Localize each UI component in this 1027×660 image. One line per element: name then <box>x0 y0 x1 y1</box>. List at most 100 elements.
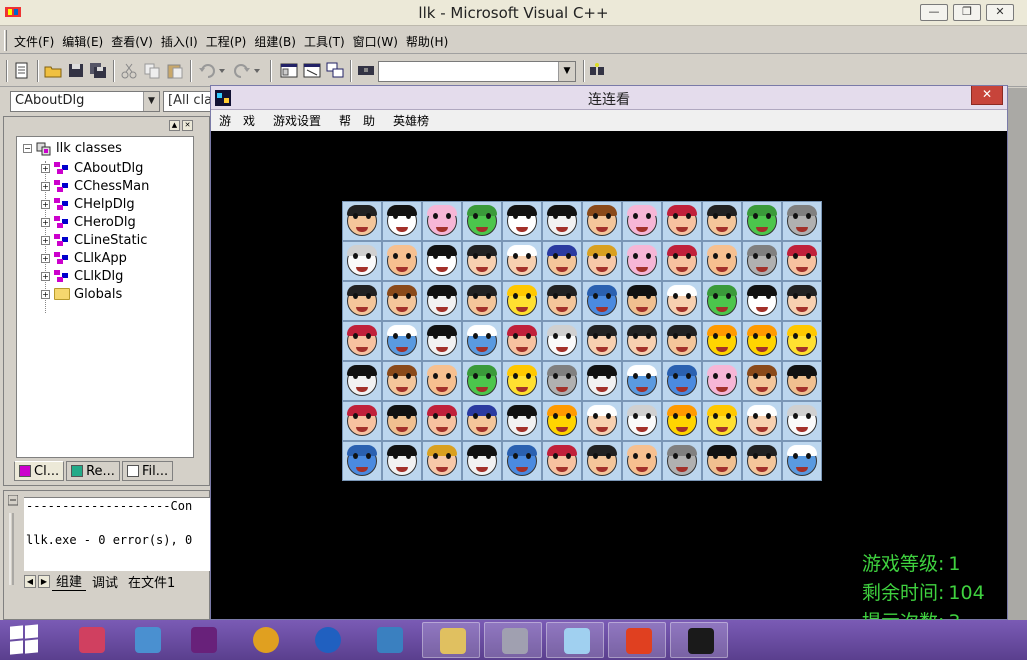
tile-baldy[interactable] <box>382 241 422 281</box>
tile-thug[interactable] <box>782 361 822 401</box>
tile-cook[interactable] <box>502 241 542 281</box>
tile-chef[interactable] <box>782 281 822 321</box>
redo-icon[interactable] <box>233 62 261 79</box>
tile-duck[interactable] <box>742 321 782 361</box>
tile-hat-boy[interactable] <box>542 241 582 281</box>
output-text[interactable]: --------------------Con llk.exe - 0 erro… <box>24 497 210 571</box>
chrome-icon[interactable] <box>236 622 294 658</box>
tile-dog[interactable] <box>542 321 582 361</box>
menu-item[interactable]: 工具(T) <box>304 33 345 50</box>
tile-cat[interactable] <box>782 201 822 241</box>
menu-game-settings[interactable]: 游戏设置 <box>273 112 321 129</box>
expand-icon[interactable]: + <box>41 163 50 173</box>
chevron-right-icon[interactable]: ▶ <box>38 574 50 588</box>
chevron-left-icon[interactable]: ◀ <box>24 574 36 588</box>
tile-panda[interactable] <box>742 281 782 321</box>
toolbar-grip[interactable] <box>6 60 8 82</box>
tile-penguin[interactable] <box>542 201 582 241</box>
pane-maximize-button[interactable]: ▲ <box>169 120 180 131</box>
tile-cat[interactable] <box>742 241 782 281</box>
tile-dog[interactable] <box>622 401 662 441</box>
tile-chick[interactable] <box>502 281 542 321</box>
tree-item[interactable]: + CLlkApp <box>41 249 127 267</box>
tile-dino[interactable] <box>462 201 502 241</box>
tile-hound[interactable] <box>342 441 382 481</box>
expand-icon[interactable]: + <box>41 271 50 281</box>
pane-grip[interactable] <box>8 495 18 587</box>
tile-cook[interactable] <box>662 281 702 321</box>
expand-icon[interactable]: + <box>41 217 50 227</box>
menu-item[interactable]: 编辑(E) <box>62 33 103 50</box>
new-file-icon[interactable] <box>13 62 31 79</box>
menu-grip[interactable] <box>4 30 7 51</box>
visual-studio-icon[interactable] <box>174 622 232 658</box>
tile-penguin[interactable] <box>382 441 422 481</box>
tree-root[interactable]: − llk classes <box>23 141 122 156</box>
tile-chick[interactable] <box>702 401 742 441</box>
tile-boy[interactable] <box>742 361 782 401</box>
tile-penguin[interactable] <box>502 401 542 441</box>
tree-item[interactable]: + CChessMan <box>41 177 149 195</box>
open-folder-icon[interactable] <box>44 62 62 79</box>
tile-bunny[interactable] <box>462 321 502 361</box>
chevron-down-icon[interactable]: ▼ <box>558 62 575 81</box>
tile-panda[interactable] <box>422 241 462 281</box>
tile-penguin[interactable] <box>582 361 622 401</box>
cut-icon[interactable] <box>120 62 138 79</box>
window-list-icon[interactable] <box>326 62 344 79</box>
tile-girl-blonde[interactable] <box>422 441 462 481</box>
find-in-files-icon[interactable] <box>357 62 375 79</box>
palette-icon[interactable] <box>608 622 666 658</box>
tile-dino[interactable] <box>742 201 782 241</box>
tab-debug[interactable]: 调试 <box>88 572 122 591</box>
tile-girl[interactable] <box>662 201 702 241</box>
tile-dog[interactable] <box>342 241 382 281</box>
menu-help[interactable]: 帮 助 <box>339 112 375 129</box>
search-app-icon[interactable] <box>118 622 176 658</box>
tile-cat[interactable] <box>662 441 702 481</box>
tile-chef[interactable] <box>462 241 502 281</box>
winrar-icon[interactable] <box>62 622 120 658</box>
menu-hero-board[interactable]: 英雄榜 <box>393 112 429 129</box>
tile-hound[interactable] <box>582 281 622 321</box>
globe-icon[interactable] <box>298 622 356 658</box>
tile-fred[interactable] <box>742 441 782 481</box>
tree-item[interactable]: + CAboutDlg <box>41 159 143 177</box>
game-close-button[interactable]: ✕ <box>971 86 1003 105</box>
tile-chef[interactable] <box>582 321 622 361</box>
workspace-icon[interactable] <box>280 62 298 79</box>
expand-icon[interactable]: + <box>41 289 50 299</box>
tile-dino[interactable] <box>462 361 502 401</box>
class-combo[interactable]: CAboutDlg ▼ <box>10 91 160 112</box>
tile-dog[interactable] <box>782 401 822 441</box>
tile-boy[interactable] <box>382 281 422 321</box>
tile-fred[interactable] <box>342 281 382 321</box>
tile-girl[interactable] <box>422 401 462 441</box>
tile-hound[interactable] <box>502 441 542 481</box>
tile-fred[interactable] <box>662 321 702 361</box>
expand-icon[interactable]: + <box>41 181 50 191</box>
tile-fred[interactable] <box>342 201 382 241</box>
tile-chick[interactable] <box>502 361 542 401</box>
restore-button[interactable]: ❐ <box>953 4 981 21</box>
tile-girl[interactable] <box>342 321 382 361</box>
tree-item[interactable]: + CHeroDlg <box>41 213 136 231</box>
game-board[interactable] <box>342 201 822 481</box>
tile-fred[interactable] <box>462 281 502 321</box>
minimize-button[interactable]: — <box>920 4 948 21</box>
tile-thug[interactable] <box>702 441 742 481</box>
output-icon[interactable] <box>303 62 321 79</box>
tile-dino[interactable] <box>702 281 742 321</box>
menu-item[interactable]: 窗口(W) <box>353 33 398 50</box>
search-icon[interactable] <box>588 62 606 79</box>
class-tree[interactable]: − llk classes + CAboutDlg + CChessMan + CHelp… <box>16 136 194 458</box>
tile-panda[interactable] <box>502 201 542 241</box>
tile-girl[interactable] <box>542 441 582 481</box>
tile-thug[interactable] <box>622 281 662 321</box>
tile-penguin[interactable] <box>422 281 462 321</box>
menu-game[interactable]: 游 戏 <box>219 112 255 129</box>
undo-icon[interactable] <box>198 62 226 79</box>
tile-fred[interactable] <box>542 281 582 321</box>
tile-girl-blonde[interactable] <box>582 241 622 281</box>
tile-chef[interactable] <box>622 321 662 361</box>
